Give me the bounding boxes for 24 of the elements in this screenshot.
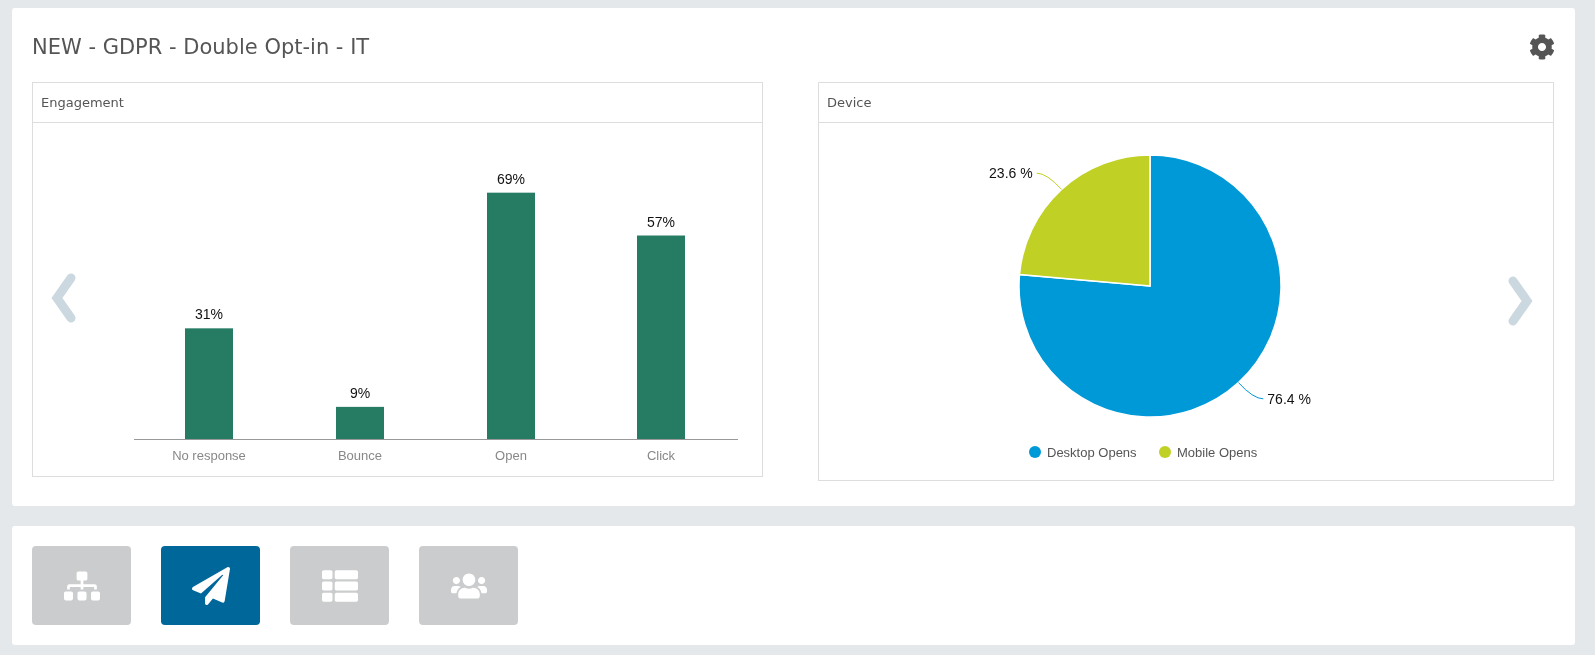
leader-line	[1036, 172, 1063, 190]
toolbar-button[interactable]	[161, 546, 260, 625]
settings-icon[interactable]	[1529, 34, 1555, 60]
panel-title: Engagement	[33, 83, 762, 123]
axis-category-label: No response	[172, 448, 246, 463]
axis-category-label: Click	[646, 448, 676, 463]
list-icon	[321, 567, 358, 604]
bar-value-label: 31%	[195, 306, 223, 323]
chevron-left-icon[interactable]	[51, 273, 76, 323]
axis-category-label: Open	[495, 448, 527, 463]
slice-value-label: 23.6 %	[989, 165, 1033, 182]
bar-value-label: 57%	[647, 213, 675, 230]
panel-title: Device	[819, 83, 1553, 123]
chevron-right-icon[interactable]	[1508, 276, 1533, 326]
axis-category-label: Bounce	[337, 448, 383, 463]
slice-value-label: 76.4 %	[1267, 390, 1311, 407]
legend-label[interactable]: Desktop Opens	[1047, 445, 1137, 460]
legend-label[interactable]: Mobile Opens	[1177, 445, 1258, 460]
paper-plane-icon	[191, 566, 230, 605]
bar-value-label: 9%	[349, 384, 371, 401]
report-title: NEW - GDPR - Double Opt-in - IT	[32, 35, 370, 59]
bar-value-label: 69%	[497, 170, 525, 187]
bar	[336, 406, 384, 439]
leader-line	[1237, 382, 1264, 400]
